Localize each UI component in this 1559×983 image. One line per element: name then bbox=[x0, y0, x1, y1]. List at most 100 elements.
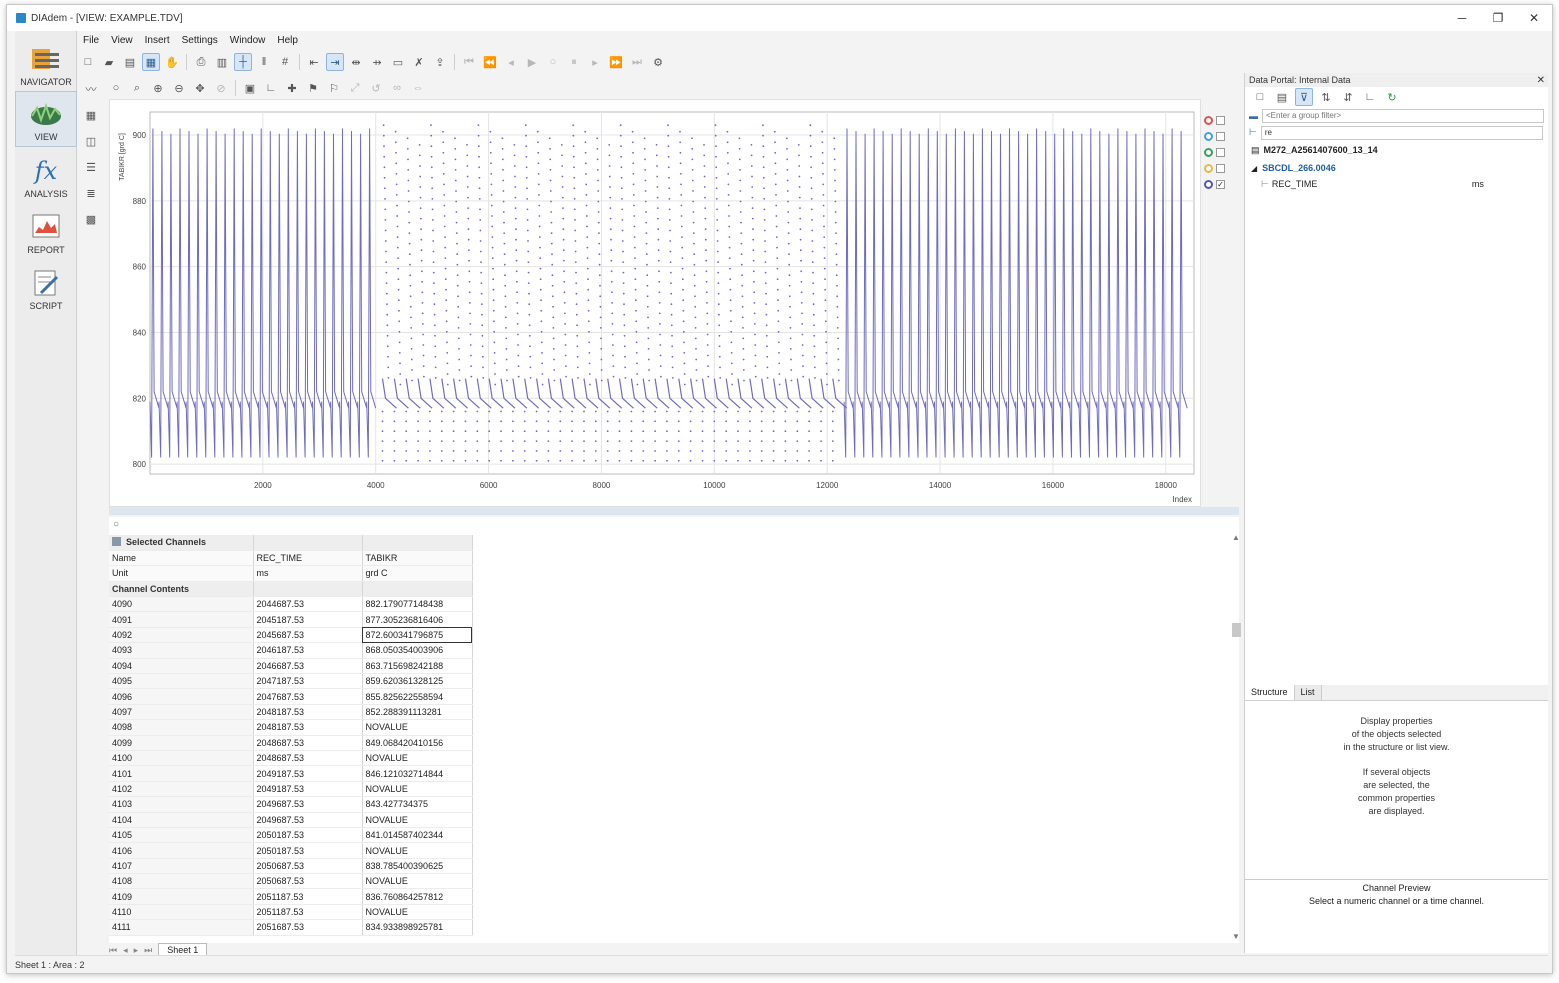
tab-structure[interactable]: Structure bbox=[1245, 685, 1295, 700]
panel-script-button[interactable]: SCRIPT bbox=[15, 259, 77, 315]
flag-left-icon[interactable]: ⇤ bbox=[305, 53, 323, 71]
table-cell[interactable]: 2048187.53 bbox=[253, 704, 363, 721]
marker-left-icon[interactable]: ⚑ bbox=[304, 79, 322, 97]
visibility-checkbox[interactable]: ✓ bbox=[1216, 180, 1225, 189]
table-window-icon[interactable]: ☰ bbox=[81, 158, 101, 176]
table-cell[interactable]: 834.933898925781 bbox=[362, 919, 473, 936]
scroll-down-icon[interactable]: ▼ bbox=[1231, 932, 1241, 941]
table-row[interactable]: 4110 2051187.53 NOVALUE bbox=[109, 904, 473, 921]
sort-asc-icon[interactable]: ⇅ bbox=[1317, 88, 1335, 106]
channel-table[interactable]: Selected Channels Name REC_TIME TABIKR U… bbox=[109, 535, 473, 936]
menu-window[interactable]: Window bbox=[224, 35, 272, 46]
portal-close-icon[interactable]: ✕ bbox=[1537, 75, 1548, 86]
last-icon[interactable]: ⏭ bbox=[628, 53, 646, 71]
table-cell[interactable]: 882.179077148438 bbox=[362, 596, 473, 613]
axis-icon[interactable]: ∟ bbox=[262, 79, 280, 97]
load-icon[interactable]: ▤ bbox=[1273, 88, 1291, 106]
flag-clear-icon[interactable]: ⇸ bbox=[368, 53, 386, 71]
group-filter-input[interactable] bbox=[1262, 108, 1544, 123]
table-cell[interactable]: 836.760864257812 bbox=[362, 888, 473, 905]
link-icon[interactable]: ∞ bbox=[388, 79, 406, 97]
panel-report-button[interactable]: REPORT bbox=[15, 203, 77, 259]
table-row[interactable]: 4101 2049187.53 846.121032714844 bbox=[109, 765, 473, 782]
area-splitter[interactable] bbox=[109, 507, 1239, 515]
table-row[interactable]: 4100 2048687.53 NOVALUE bbox=[109, 750, 473, 767]
table-cell[interactable]: 855.825622558594 bbox=[362, 688, 473, 705]
visibility-checkbox[interactable] bbox=[1216, 164, 1225, 173]
table-cell[interactable]: 2050687.53 bbox=[253, 858, 363, 875]
list-window-icon[interactable]: ≣ bbox=[81, 184, 101, 202]
menu-help[interactable]: Help bbox=[271, 35, 304, 46]
restore-button[interactable]: ❐ bbox=[1480, 5, 1516, 31]
table-cell[interactable]: 2048687.53 bbox=[253, 750, 363, 767]
channel-settings-icon[interactable]: ⚙ bbox=[649, 53, 667, 71]
table-row[interactable]: 4099 2048687.53 849.068420410156 bbox=[109, 735, 473, 751]
reset-view-icon[interactable]: ↺ bbox=[367, 79, 385, 97]
columns-icon[interactable]: ∟ bbox=[1361, 88, 1379, 106]
layout-icon[interactable]: ▦ bbox=[142, 53, 160, 71]
table-cell[interactable]: 2048187.53 bbox=[253, 719, 363, 736]
table-cell[interactable]: NOVALUE bbox=[362, 812, 473, 828]
pan-icon[interactable]: ✥ bbox=[191, 79, 209, 97]
table-cell[interactable]: 841.014587402344 bbox=[362, 827, 473, 844]
line-chart[interactable]: 800 820 840 860 880 900 2000 4000 6000 8000 10000 1… bbox=[110, 100, 1202, 508]
grid-window-icon[interactable]: ▦ bbox=[81, 106, 101, 124]
table-row[interactable]: 4104 2049687.53 NOVALUE bbox=[109, 812, 473, 828]
zoom-in-icon[interactable]: ⊕ bbox=[149, 79, 167, 97]
column-name[interactable]: REC_TIME bbox=[253, 550, 363, 567]
scroll-up-icon[interactable]: ▲ bbox=[1231, 533, 1241, 542]
step-forward-icon[interactable]: ▸ bbox=[586, 53, 604, 71]
table-row[interactable]: 4109 2051187.53 836.760864257812 bbox=[109, 888, 473, 905]
table-cell[interactable]: 2049187.53 bbox=[253, 765, 363, 782]
step-back-icon[interactable]: ◂ bbox=[502, 53, 520, 71]
panel-navigator-button[interactable]: NAVIGATOR bbox=[15, 35, 77, 91]
table-row[interactable]: 4097 2048187.53 852.288391113281 bbox=[109, 704, 473, 721]
save-icon[interactable]: ▤ bbox=[121, 53, 139, 71]
table-cell[interactable]: 2047187.53 bbox=[253, 673, 363, 690]
table-cell[interactable]: 2049687.53 bbox=[253, 812, 363, 828]
open-icon[interactable]: ▰ bbox=[100, 53, 118, 71]
rewind-icon[interactable]: ⏪ bbox=[481, 53, 499, 71]
zoom-out-icon[interactable]: ⊖ bbox=[170, 79, 188, 97]
table-cell[interactable]: 859.620361328125 bbox=[362, 673, 473, 690]
table-cell[interactable]: 2050687.53 bbox=[253, 873, 363, 890]
new-file-icon[interactable]: □ bbox=[1251, 88, 1269, 106]
close-button[interactable]: ✕ bbox=[1516, 5, 1552, 31]
menu-file[interactable]: File bbox=[77, 35, 105, 46]
sheet-first-icon[interactable]: ⏮ bbox=[109, 945, 117, 956]
table-row[interactable]: 4090 2044687.53 882.179077148438 bbox=[109, 596, 473, 613]
tree-channel-node[interactable]: ⊢ REC_TIME ms bbox=[1245, 177, 1548, 191]
table-cell[interactable]: 868.050354003906 bbox=[362, 642, 473, 659]
first-icon[interactable]: ⏮ bbox=[460, 53, 478, 71]
flag-set-icon[interactable]: ⇹ bbox=[347, 53, 365, 71]
crosshair-icon[interactable]: ┼ bbox=[234, 53, 252, 71]
chart-panel[interactable]: 800 820 840 860 880 900 2000 4000 6000 8000 10000 1… bbox=[109, 99, 1201, 507]
menu-insert[interactable]: Insert bbox=[139, 35, 176, 46]
visibility-checkbox[interactable] bbox=[1216, 116, 1225, 125]
sheet-next-icon[interactable]: ▸ bbox=[134, 945, 139, 956]
fast-forward-icon[interactable]: ⏩ bbox=[607, 53, 625, 71]
channel-filter-input[interactable] bbox=[1260, 125, 1543, 140]
flag-select-icon[interactable]: ⇥ bbox=[326, 53, 344, 71]
marker-right-icon[interactable]: ⚐ bbox=[325, 79, 343, 97]
table-cell[interactable]: 2050187.53 bbox=[253, 827, 363, 844]
minimize-button[interactable]: ─ bbox=[1444, 5, 1480, 31]
table-cell[interactable]: 2046687.53 bbox=[253, 658, 363, 675]
tree-group-node[interactable]: ◢ SBCDL_266.0046 bbox=[1245, 159, 1548, 177]
table-cell[interactable]: 2044687.53 bbox=[253, 596, 363, 613]
table-row[interactable]: 4092 2045687.53 872.600341796875 bbox=[109, 627, 473, 644]
menu-view[interactable]: View bbox=[105, 35, 139, 46]
table-cell[interactable]: NOVALUE bbox=[362, 873, 473, 890]
table-row[interactable]: 4095 2047187.53 859.620361328125 bbox=[109, 673, 473, 690]
table-cell[interactable]: NOVALUE bbox=[362, 781, 473, 798]
new-icon[interactable]: □ bbox=[79, 53, 97, 71]
add-cursor-icon[interactable]: ✚ bbox=[283, 79, 301, 97]
pause-icon[interactable]: ⏸ bbox=[565, 53, 583, 71]
table-row[interactable]: 4098 2048187.53 NOVALUE bbox=[109, 719, 473, 736]
table-row[interactable]: 4091 2045187.53 877.305236816406 bbox=[109, 611, 473, 628]
grid-cursor-icon[interactable]: # bbox=[276, 53, 294, 71]
table-row[interactable]: 4096 2047687.53 855.825622558594 bbox=[109, 688, 473, 705]
cursor-icon[interactable]: ○ bbox=[107, 79, 125, 97]
sort-desc-icon[interactable]: ⇵ bbox=[1339, 88, 1357, 106]
table-cell[interactable]: NOVALUE bbox=[362, 904, 473, 921]
